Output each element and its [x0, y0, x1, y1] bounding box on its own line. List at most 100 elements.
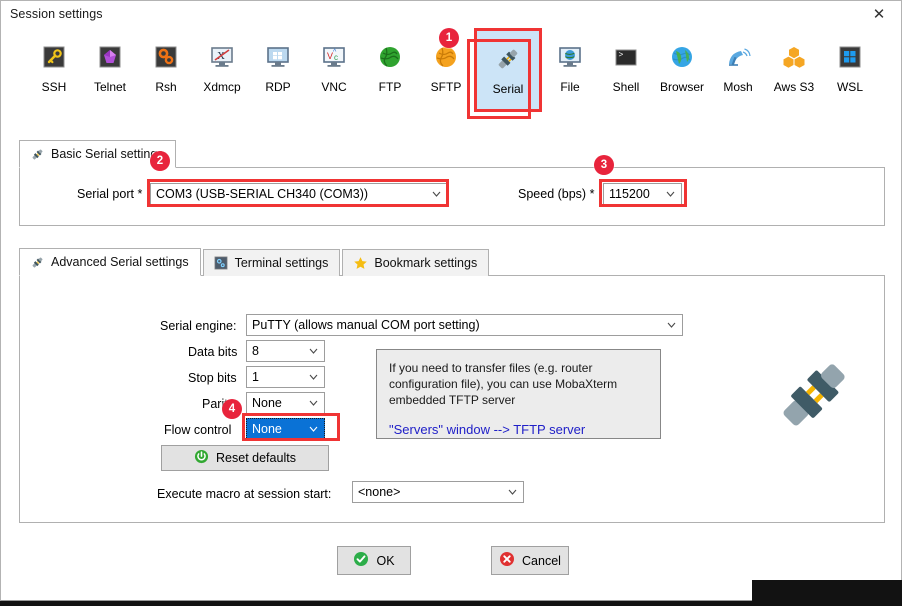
cancel-button[interactable]: Cancel — [491, 546, 569, 575]
flow-control-combo[interactable]: None — [246, 418, 325, 440]
parity-value: None — [252, 396, 282, 410]
svg-text:>: > — [619, 51, 624, 60]
stop-bits-label: Stop bits — [188, 371, 237, 385]
session-type-vnc[interactable]: V ^ c VNC — [309, 31, 359, 94]
data-bits-combo[interactable]: 8 — [246, 340, 325, 362]
aws-s3-cubes-icon — [778, 41, 810, 73]
speed-combo[interactable]: 115200 — [603, 183, 682, 205]
tftp-servers-link: "Servers" window --> TFTP server — [389, 422, 586, 437]
session-type-label: VNC — [321, 80, 347, 94]
tftp-info-line-3: embedded TFTP server — [389, 393, 516, 407]
bookmark-star-icon — [352, 255, 368, 271]
chevron-down-icon — [309, 398, 318, 407]
speed-label: Speed (bps) * — [518, 187, 595, 201]
serial-engine-value: PuTTY (allows manual COM port setting) — [252, 318, 480, 332]
cancel-label: Cancel — [522, 553, 561, 568]
session-type-label: Aws S3 — [773, 80, 815, 94]
advanced-serial-panel: Serial engine: PuTTY (allows manual COM … — [19, 275, 885, 523]
tab-label: Basic Serial settings — [51, 147, 164, 161]
session-type-mosh[interactable]: Mosh — [713, 31, 763, 94]
dialog-titlebar: Session settings ✕ — [1, 1, 901, 27]
serial-plug-icon — [29, 146, 45, 162]
tab-advanced-serial-settings[interactable]: Advanced Serial settings — [19, 248, 201, 276]
annotation-badge-1: 1 — [439, 28, 459, 48]
ssh-key-icon — [38, 41, 70, 73]
vnc-monitor-icon: V ^ c — [318, 41, 350, 73]
dialog-title: Session settings — [10, 7, 103, 21]
chevron-down-icon — [432, 189, 441, 198]
serial-plug-icon — [492, 43, 524, 75]
svg-text:c: c — [334, 53, 338, 62]
stop-bits-value: 1 — [252, 370, 259, 384]
xdmcp-monitor-icon: X — [206, 41, 238, 73]
ok-label: OK — [376, 553, 395, 568]
serial-connector-art — [775, 358, 851, 434]
tab-label: Bookmark settings — [374, 256, 478, 270]
session-type-label: Serial — [492, 82, 524, 96]
stop-bits-combo[interactable]: 1 — [246, 366, 325, 388]
session-type-label: WSL — [836, 80, 863, 94]
session-type-label: Browser — [659, 80, 704, 94]
chevron-down-icon — [667, 320, 676, 329]
tftp-info-line-2: configuration file), you can use MobaXte… — [389, 377, 618, 391]
speed-value: 115200 — [609, 187, 650, 201]
terminal-gear-icon — [213, 255, 229, 271]
session-type-label: RDP — [265, 80, 291, 94]
session-type-file[interactable]: File — [545, 31, 595, 94]
session-type-label: File — [560, 80, 580, 94]
session-type-telnet[interactable]: Telnet — [85, 31, 135, 94]
data-bits-label: Data bits — [188, 345, 238, 359]
serial-engine-combo[interactable]: PuTTY (allows manual COM port setting) — [246, 314, 683, 336]
tftp-info-box: If you need to transfer files (e.g. rout… — [376, 349, 661, 439]
serial-plug-icon — [29, 254, 45, 270]
execute-macro-value: <none> — [358, 485, 401, 499]
session-type-rdp[interactable]: RDP — [253, 31, 303, 94]
session-settings-screen: Session settings ✕ SSH Telnet Rsh Xdmcp … — [0, 0, 902, 606]
chevron-down-icon — [666, 189, 675, 198]
session-type-browser[interactable]: Browser — [657, 31, 707, 94]
session-type-label: Xdmcp — [203, 80, 241, 94]
reset-circle-icon — [194, 449, 209, 467]
session-type-label: Mosh — [723, 80, 753, 94]
tab-bookmark-settings[interactable]: Bookmark settings — [342, 249, 490, 276]
rdp-monitor-icon — [262, 41, 294, 73]
tftp-info-line-1: If you need to transfer files (e.g. rout… — [389, 361, 593, 375]
session-type-ssh[interactable]: SSH — [29, 31, 79, 94]
parity-combo[interactable]: None — [246, 392, 325, 414]
session-type-serial[interactable]: Serial — [474, 28, 542, 112]
advanced-tabstrip: Advanced Serial settings Terminal settin… — [19, 248, 491, 276]
ok-button[interactable]: OK — [337, 546, 411, 575]
session-type-aws-s3[interactable]: Aws S3 — [769, 31, 819, 94]
rsh-gears-icon — [150, 41, 182, 73]
chevron-down-icon — [508, 487, 517, 496]
session-type-shell[interactable]: > Shell — [601, 31, 651, 94]
wsl-windows-icon — [834, 41, 866, 73]
basic-serial-panel: Serial port * COM3 (USB-SERIAL CH340 (CO… — [19, 167, 885, 226]
session-type-label: FTP — [378, 80, 402, 94]
chevron-down-icon — [309, 346, 318, 355]
serial-port-combo[interactable]: COM3 (USB-SERIAL CH340 (COM3)) — [150, 183, 448, 205]
session-type-wsl[interactable]: WSL — [825, 31, 875, 94]
reset-defaults-button[interactable]: Reset defaults — [161, 445, 329, 471]
mosh-dish-icon — [722, 41, 754, 73]
session-type-ftp[interactable]: FTP — [365, 31, 415, 94]
serial-port-value: COM3 (USB-SERIAL CH340 (COM3)) — [156, 187, 369, 201]
check-circle-icon — [353, 551, 369, 570]
annotation-badge-2: 2 — [150, 151, 170, 171]
session-type-label: SSH — [41, 80, 67, 94]
flow-control-label: Flow control — [164, 423, 232, 437]
close-icon[interactable]: ✕ — [857, 1, 901, 27]
tab-label: Terminal settings — [234, 256, 329, 270]
chevron-down-icon — [309, 372, 318, 381]
session-type-label: SFTP — [430, 80, 462, 94]
serial-engine-label: Serial engine: — [160, 319, 237, 333]
session-type-rsh[interactable]: Rsh — [141, 31, 191, 94]
telnet-gem-icon — [94, 41, 126, 73]
serial-port-label: Serial port * — [77, 187, 143, 201]
cross-circle-icon — [499, 551, 515, 570]
session-type-label: Shell — [612, 80, 640, 94]
session-type-xdmcp[interactable]: X Xdmcp — [197, 31, 247, 94]
tab-terminal-settings[interactable]: Terminal settings — [202, 249, 341, 276]
execute-macro-combo[interactable]: <none> — [352, 481, 524, 503]
session-type-label: Rsh — [155, 80, 177, 94]
